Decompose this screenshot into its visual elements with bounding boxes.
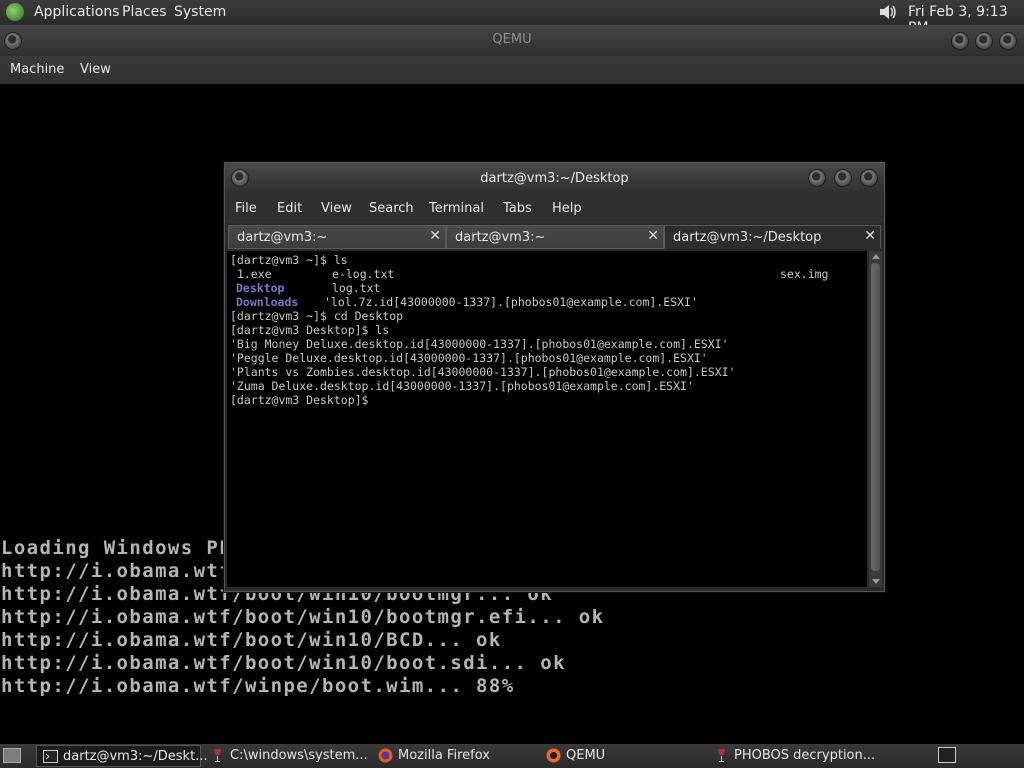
search-menu[interactable]: Search [369,201,414,216]
taskbar-item-firefox[interactable]: Mozilla Firefox [372,745,532,767]
terminal-line: 'Big Money Deluxe.desktop.id[43000000-13… [230,337,729,351]
minimize-button[interactable] [808,169,826,187]
terminal-menubar: File Edit View Search Terminal Tabs Help [225,193,884,223]
gnome-foot-icon[interactable] [6,3,24,21]
tab-label: dartz@vm3:~/Desktop [673,230,822,245]
terminal-line: 'Plants vs Zombies.desktop.id[43000000-1… [230,365,736,379]
scroll-down-icon[interactable] [872,579,880,584]
file-entry: e-log.txt [332,267,395,281]
terminal-icon [43,750,58,763]
console-line: http://i.obama.wtf/boot/win10/boot.sdi..… [1,652,566,674]
qemu-titlebar[interactable]: QEMU [0,25,1024,56]
close-tab-icon[interactable]: ✕ [864,228,876,244]
tab-label: dartz@vm3:~ [237,230,328,245]
terminal-window-title: dartz@vm3:~/Desktop [480,171,629,186]
terminal-line: 'Peggle Deluxe.desktop.id[43000000-1337]… [230,351,708,365]
scrollbar[interactable] [869,251,882,587]
wine-glass-icon [718,749,725,762]
file-entry: log.txt [332,281,381,295]
places-menu[interactable]: Places [122,4,167,20]
system-menu[interactable]: System [174,4,226,20]
taskbar-item-cmd[interactable]: C:\windows\system... [204,745,368,767]
taskbar-label: dartz@vm3:~/Deskt... [63,749,208,764]
machine-menu[interactable]: Machine [10,62,64,77]
firefox-icon [378,748,393,763]
directory-entry: Downloads [236,295,299,309]
terminal-window: dartz@vm3:~/Desktop File Edit View Searc… [224,162,885,592]
maximize-button[interactable] [834,169,852,187]
tab-label: dartz@vm3:~ [455,230,546,245]
file-entry: 1.exe [230,267,272,281]
console-line: Loading Windows PE [1,537,233,559]
scroll-up-icon[interactable] [872,254,880,259]
tabs-menu[interactable]: Tabs [503,201,532,216]
workspace-switcher-icon[interactable] [938,747,956,763]
show-desktop-icon[interactable] [3,748,21,763]
wine-glass-icon [214,749,221,762]
tab-home-2[interactable]: dartz@vm3:~ ✕ [446,225,664,249]
scrollbar-thumb[interactable] [871,263,880,571]
console-line: http://i.obama.wtf [1,560,233,582]
minimize-button[interactable] [951,32,969,50]
directory-entry: Desktop [236,281,285,295]
terminal-line: 'Zuma Deluxe.desktop.id[43000000-1337].[… [230,379,694,393]
taskbar-item-qemu[interactable]: QEMU [540,745,705,767]
file-menu[interactable]: File [235,201,257,216]
console-line: http://i.obama.wtf/boot/win10/BCD... ok [1,629,502,651]
bottom-panel: dartz@vm3:~/Deskt... C:\windows\system..… [0,744,1024,768]
top-panel: Applications Places System Fri Feb 3, 9:… [0,0,1024,36]
close-tab-icon[interactable]: ✕ [647,228,659,244]
console-line: http://i.obama.wtf/boot/win10/bootmgr.ef… [1,606,605,628]
terminal-output[interactable]: [dartz@vm3 ~]$ ls 1.exe e-log.txt sex.im… [227,251,867,587]
view-menu[interactable]: View [321,201,352,216]
qemu-icon [546,748,561,763]
console-line: http://i.obama.wtf/winpe/boot.wim... 88% [1,675,515,697]
terminal-line: [dartz@vm3 ~]$ ls [230,253,348,267]
file-entry: 'lol.7z.id[43000000-1337].[phobos01@exam… [324,295,698,309]
file-entry: sex.img [780,267,829,281]
tab-home-1[interactable]: dartz@vm3:~ ✕ [228,225,446,249]
close-button[interactable] [999,32,1017,50]
terminal-line: [dartz@vm3 Desktop]$ ls [230,323,390,337]
close-button[interactable] [860,169,878,187]
taskbar-item-phobos[interactable]: PHOBOS decryption... [708,745,878,767]
taskbar-label: Mozilla Firefox [398,748,490,763]
applications-menu[interactable]: Applications [34,4,120,20]
qemu-menubar: Machine View [0,56,1024,84]
qemu-window-title: QEMU [492,32,532,47]
terminal-titlebar[interactable]: dartz@vm3:~/Desktop [225,163,884,193]
edit-menu[interactable]: Edit [277,201,302,216]
taskbar-item-terminal[interactable]: dartz@vm3:~/Deskt... [36,745,208,767]
taskbar-label: QEMU [566,748,606,763]
close-tab-icon[interactable]: ✕ [429,228,441,244]
terminal-line: [dartz@vm3 ~]$ cd Desktop [230,309,404,323]
taskbar-label: PHOBOS decryption... [734,748,876,763]
maximize-button[interactable] [975,32,993,50]
terminal-menu[interactable]: Terminal [429,201,484,216]
view-menu[interactable]: View [80,62,111,77]
speaker-icon[interactable] [878,3,898,21]
tab-desktop[interactable]: dartz@vm3:~/Desktop ✕ [664,225,881,249]
terminal-prompt: [dartz@vm3 Desktop]$ [230,393,369,407]
taskbar-label: C:\windows\system... [230,748,368,763]
tab-bar: dartz@vm3:~ ✕ dartz@vm3:~ ✕ dartz@vm3:~/… [225,223,884,251]
help-menu[interactable]: Help [552,201,582,216]
